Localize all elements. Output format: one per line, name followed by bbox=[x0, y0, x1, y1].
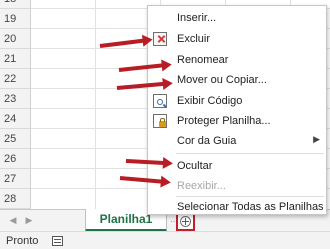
menu-item-cor-da-guia[interactable]: Cor da Guia ▶ bbox=[148, 131, 326, 151]
menu-item-label: Ocultar bbox=[177, 160, 213, 172]
menu-item-ocultar[interactable]: Ocultar bbox=[148, 156, 326, 176]
row-header[interactable]: 23 bbox=[0, 89, 31, 109]
menu-item-proteger-planilha[interactable]: Proteger Planilha... bbox=[148, 111, 326, 131]
view-code-icon bbox=[153, 94, 167, 108]
menu-item-exibir-codigo[interactable]: Exibir Código bbox=[148, 91, 326, 111]
menu-item-selecionar-todas[interactable]: Selecionar Todas as Planilhas bbox=[148, 197, 326, 217]
menu-item-label: Cor da Guia bbox=[177, 135, 237, 147]
row-header[interactable]: 27 bbox=[0, 169, 31, 189]
row-header[interactable]: 19 bbox=[0, 9, 31, 29]
menu-item-label: Excluir bbox=[177, 33, 211, 45]
macro-record-icon[interactable] bbox=[52, 236, 63, 246]
menu-item-renomear[interactable]: Renomear bbox=[148, 50, 326, 70]
menu-item-label: Selecionar Todas as Planilhas bbox=[177, 201, 324, 213]
status-bar: Pronto bbox=[0, 231, 330, 249]
row-header[interactable]: 26 bbox=[0, 149, 31, 169]
submenu-arrow-icon: ▶ bbox=[313, 135, 320, 145]
status-text: Pronto bbox=[6, 235, 39, 247]
row-header[interactable]: 24 bbox=[0, 109, 31, 129]
menu-item-mover-ou-copiar[interactable]: Mover ou Copiar... bbox=[148, 70, 326, 90]
menu-item-label: Proteger Planilha... bbox=[177, 115, 271, 127]
menu-item-label: Mover ou Copiar... bbox=[177, 74, 267, 86]
grid-line bbox=[95, 0, 96, 209]
menu-item-label: Inserir... bbox=[177, 12, 217, 24]
row-header[interactable]: 20 bbox=[0, 29, 31, 49]
row-header[interactable]: 21 bbox=[0, 49, 31, 69]
row-header[interactable]: 18 bbox=[0, 0, 31, 9]
delete-sheet-icon bbox=[153, 32, 167, 46]
menu-item-excluir[interactable]: Excluir bbox=[148, 29, 326, 49]
menu-item-label: Renomear bbox=[177, 54, 229, 66]
row-header[interactable]: 28 bbox=[0, 189, 31, 209]
menu-item-reexibir: Reexibir... bbox=[148, 176, 326, 196]
menu-item-label: Exibir Código bbox=[177, 95, 243, 107]
sheet-context-menu: Inserir... Excluir Renomear Mover ou Cop… bbox=[147, 5, 327, 215]
row-header[interactable]: 25 bbox=[0, 129, 31, 149]
menu-separator bbox=[176, 153, 324, 154]
row-header[interactable]: 22 bbox=[0, 69, 31, 89]
menu-item-label: Reexibir... bbox=[177, 180, 226, 192]
menu-item-inserir[interactable]: Inserir... bbox=[148, 8, 326, 28]
prev-sheet-arrow-icon[interactable]: ◀ bbox=[8, 215, 18, 227]
protect-sheet-icon bbox=[153, 114, 167, 128]
plus-circle-icon bbox=[180, 216, 191, 227]
next-sheet-arrow-icon[interactable]: ▶ bbox=[24, 215, 34, 227]
